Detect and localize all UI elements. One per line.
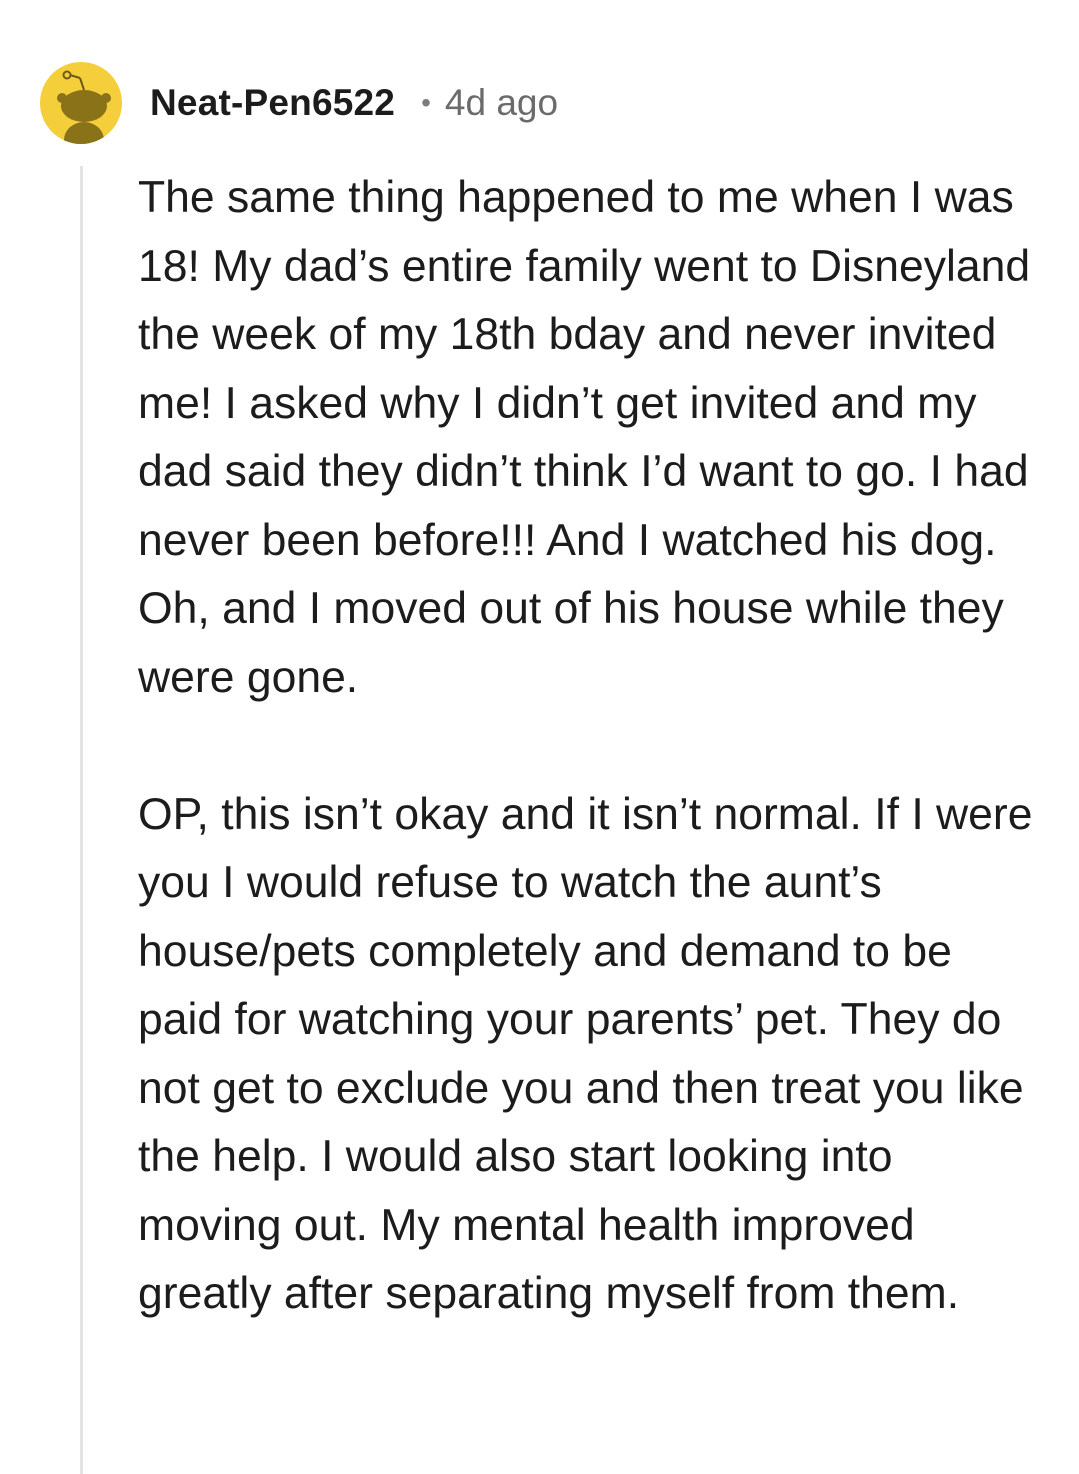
comment-header: Neat-Pen6522 • 4d ago bbox=[40, 62, 558, 144]
snoo-avatar-icon bbox=[57, 70, 111, 144]
meta-separator: • bbox=[421, 87, 431, 118]
comment: Neat-Pen6522 • 4d ago The same thing hap… bbox=[0, 0, 1079, 1474]
comment-paragraph: The same thing happened to me when I was… bbox=[138, 173, 1031, 702]
thread-line[interactable] bbox=[80, 166, 83, 1474]
comment-body: The same thing happened to me when I was… bbox=[138, 164, 1038, 1329]
comment-timestamp: 4d ago bbox=[444, 82, 559, 123]
comment-paragraph: OP, this isn’t okay and it isn’t normal.… bbox=[138, 789, 1033, 1319]
author-username[interactable]: Neat-Pen6522 bbox=[150, 82, 395, 124]
avatar[interactable] bbox=[40, 62, 122, 144]
